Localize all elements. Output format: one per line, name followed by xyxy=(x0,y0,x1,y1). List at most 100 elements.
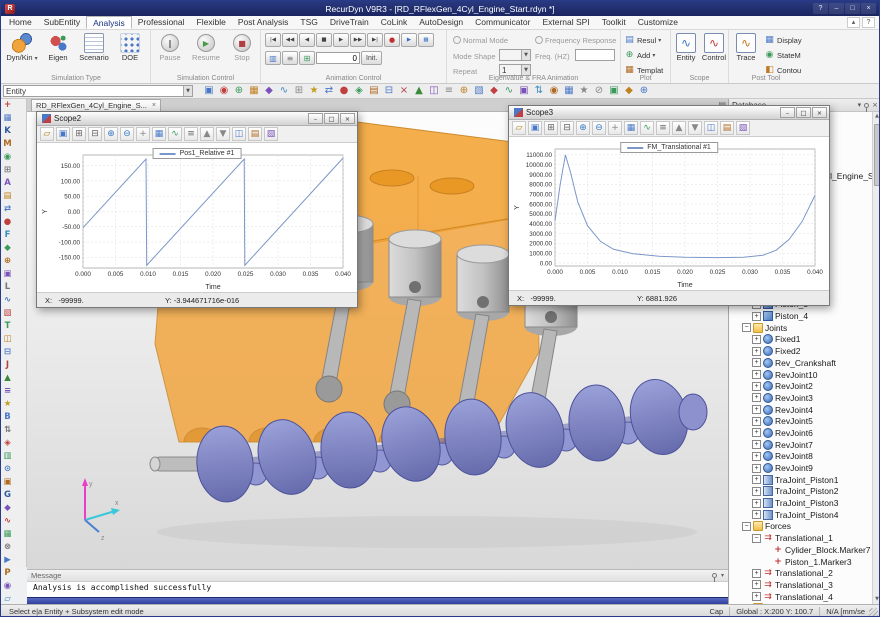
eigen-button[interactable]: Eigen xyxy=(40,32,76,74)
doe-button[interactable]: DOE xyxy=(112,32,148,74)
scope-tool-icon[interactable]: ▦ xyxy=(152,127,166,141)
scope-tool-icon[interactable]: ⊖ xyxy=(592,121,606,135)
tree-scrollbar[interactable]: ▲ ▼ xyxy=(872,112,880,604)
toolbar-icon[interactable]: ⊕ xyxy=(458,85,470,97)
menu-tab-analysis[interactable]: Analysis xyxy=(86,16,132,29)
menu-tab-toolkit[interactable]: Toolkit xyxy=(596,16,632,29)
scope-tool-icon[interactable]: ▦ xyxy=(624,121,638,135)
left-tool-icon[interactable]: ⊙ xyxy=(1,463,14,476)
scope-tool-icon[interactable]: ▲ xyxy=(200,127,214,141)
left-tool-icon[interactable]: ∿ xyxy=(1,515,14,528)
plot-result-button[interactable]: ▤Resul▾ xyxy=(624,33,661,47)
scope-tool-icon[interactable]: ▱ xyxy=(40,127,54,141)
left-tool-icon[interactable]: ● xyxy=(1,216,14,229)
minimize-button[interactable]: – xyxy=(308,113,323,124)
animation-tool-icon[interactable]: ⊞ xyxy=(299,51,315,65)
scope-plot[interactable]: 150.00100.0050.000.00-50.00-100.00-150.0… xyxy=(37,143,357,292)
scope-tool-icon[interactable]: ▧ xyxy=(736,121,750,135)
left-tool-icon[interactable]: ◆ xyxy=(1,242,14,255)
tree-expander[interactable]: + xyxy=(752,405,761,414)
scope-tool-icon[interactable]: + xyxy=(608,121,622,135)
left-tool-icon[interactable]: A xyxy=(1,177,14,190)
scope-titlebar[interactable]: Scope3–□× xyxy=(509,106,829,120)
tree-item-trajoint-piston3[interactable]: +TraJoint_Piston3 xyxy=(729,497,872,509)
tree-item-revjoint8[interactable]: +RevJoint8 xyxy=(729,451,872,463)
left-tool-icon[interactable]: ⇅ xyxy=(1,424,14,437)
tree-expander[interactable]: + xyxy=(752,452,761,461)
stop-button[interactable]: ■ Stop xyxy=(224,32,260,74)
scope-titlebar[interactable]: Scope2–□× xyxy=(37,112,357,126)
tree-expander[interactable]: + xyxy=(752,475,761,484)
pin-icon[interactable] xyxy=(864,103,869,108)
left-tool-icon[interactable]: G xyxy=(1,489,14,502)
record-button[interactable]: ● xyxy=(384,33,400,47)
left-tool-icon[interactable]: ▥ xyxy=(1,450,14,463)
toolbar-icon[interactable]: ⇄ xyxy=(323,85,335,97)
left-tool-icon[interactable]: + xyxy=(1,99,14,112)
transport-button[interactable]: ◀ xyxy=(299,33,315,47)
tree-item-revjoint10[interactable]: +RevJoint10 xyxy=(729,369,872,381)
left-tool-icon[interactable]: ▧ xyxy=(1,307,14,320)
scope-tool-icon[interactable]: ⊕ xyxy=(104,127,118,141)
scope-tool-icon[interactable]: ▣ xyxy=(528,121,542,135)
pause-button[interactable]: ‖ Pause xyxy=(152,32,188,74)
tree-expander[interactable]: + xyxy=(752,370,761,379)
tree-expander[interactable]: + xyxy=(752,358,761,367)
close-icon[interactable]: × xyxy=(872,101,878,109)
scope-tool-icon[interactable]: ≡ xyxy=(184,127,198,141)
scope-tool-icon[interactable]: ∿ xyxy=(640,121,654,135)
left-tool-icon[interactable]: B xyxy=(1,411,14,424)
left-tool-icon[interactable]: ★ xyxy=(1,398,14,411)
left-tool-icon[interactable]: P xyxy=(1,567,14,580)
animation-tool-icon[interactable]: ▥ xyxy=(265,51,281,65)
toolbar-icon[interactable]: ⊕ xyxy=(638,85,650,97)
tree-item-translational-1[interactable]: −⇉Translational_1 xyxy=(729,532,872,544)
close-button[interactable]: × xyxy=(340,113,355,124)
toolbar-icon[interactable]: ∿ xyxy=(503,85,515,97)
tree-expander[interactable]: + xyxy=(752,499,761,508)
scope-tool-icon[interactable]: ◫ xyxy=(232,127,246,141)
left-tool-icon[interactable]: ≡ xyxy=(1,385,14,398)
document-tab[interactable]: RD_RFlexGen_4Cyl_Engine_S... × xyxy=(31,99,161,111)
animation-tool-icon[interactable]: ≡ xyxy=(282,51,298,65)
left-tool-icon[interactable]: F xyxy=(1,229,14,242)
scope-tool-icon[interactable]: ▱ xyxy=(512,121,526,135)
animation-option-button[interactable]: ▦ xyxy=(418,33,434,47)
toolbar-icon[interactable]: ◆ xyxy=(623,85,635,97)
maximize-button[interactable]: □ xyxy=(796,107,811,118)
left-tool-icon[interactable]: ▲ xyxy=(1,372,14,385)
tree-expander[interactable]: + xyxy=(752,487,761,496)
scope-tool-icon[interactable]: ⊖ xyxy=(120,127,134,141)
left-tool-icon[interactable]: ⊞ xyxy=(1,164,14,177)
toolbar-icon[interactable]: ★ xyxy=(308,85,320,97)
toolbar-icon[interactable]: ◉ xyxy=(218,85,230,97)
scroll-down-icon[interactable]: ▼ xyxy=(873,595,880,604)
entity-filter-combo[interactable]: Entity▼ xyxy=(3,85,193,97)
scope-control-button[interactable]: ∿ Control xyxy=(700,32,728,74)
scope-tool-icon[interactable]: ⊟ xyxy=(88,127,102,141)
close-icon[interactable]: × xyxy=(152,102,156,109)
maximize-button[interactable]: □ xyxy=(845,3,860,14)
tree-expander[interactable]: + xyxy=(752,440,761,449)
scope-tool-icon[interactable]: ≡ xyxy=(656,121,670,135)
scope-tool-icon[interactable]: ◫ xyxy=(704,121,718,135)
tree-item-revjoint6[interactable]: +RevJoint6 xyxy=(729,427,872,439)
transport-button[interactable]: ▶| xyxy=(367,33,383,47)
left-tool-icon[interactable]: ▣ xyxy=(1,476,14,489)
left-tool-icon[interactable]: ∿ xyxy=(1,294,14,307)
scope-plot[interactable]: 11000.0010000.009000.008000.007000.00600… xyxy=(509,137,829,290)
tree-expander[interactable]: + xyxy=(752,592,761,601)
menu-tab-professional[interactable]: Professional xyxy=(132,16,191,29)
tree-expander[interactable]: − xyxy=(742,323,751,332)
tree-item-revjoint4[interactable]: +RevJoint4 xyxy=(729,404,872,416)
tree-item-revjoint9[interactable]: +RevJoint9 xyxy=(729,462,872,474)
tree-item-trajoint-piston4[interactable]: +TraJoint_Piston4 xyxy=(729,509,872,521)
scope-entity-button[interactable]: ∿ Entity xyxy=(672,32,700,74)
left-tool-icon[interactable]: ◈ xyxy=(1,437,14,450)
tree-item-translational-3[interactable]: +⇉Translational_3 xyxy=(729,579,872,591)
tree-item-translational-2[interactable]: +⇉Translational_2 xyxy=(729,567,872,579)
tree-item-cylider-block-marker7[interactable]: +Cylider_Block.Marker7 xyxy=(729,544,872,556)
frame-input[interactable] xyxy=(316,52,360,64)
tree-item-joints[interactable]: −Joints xyxy=(729,322,872,334)
help-icon[interactable]: ? xyxy=(813,3,828,14)
